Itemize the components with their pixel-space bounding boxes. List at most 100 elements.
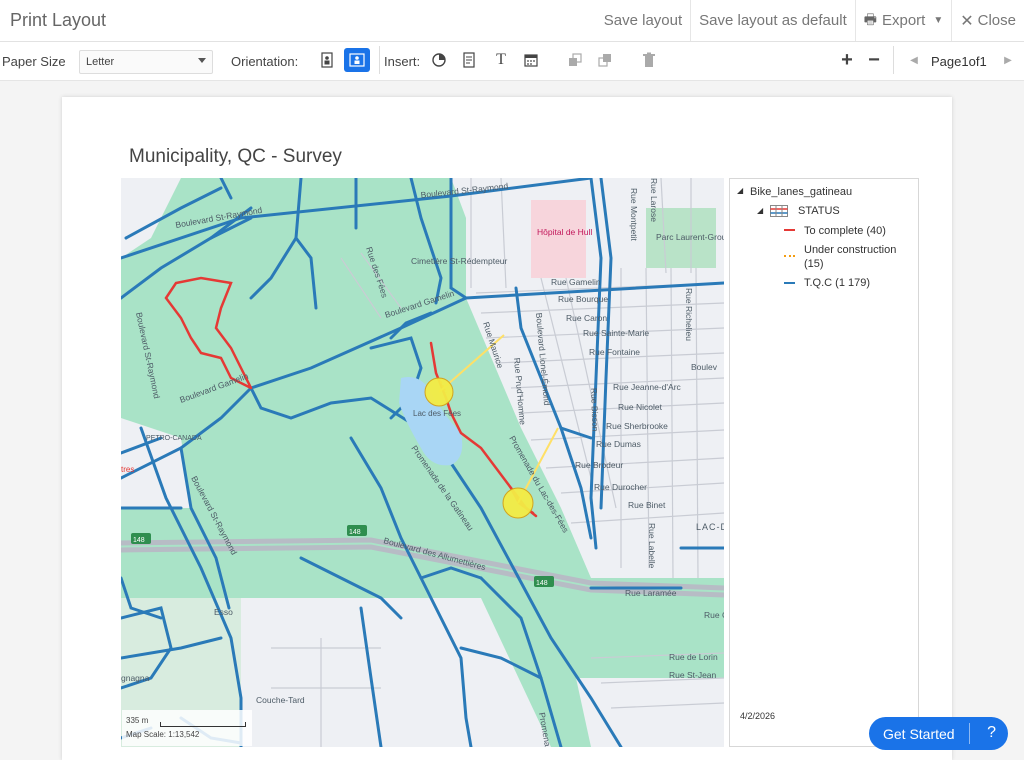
chevron-down-icon: ▼ (933, 15, 944, 26)
legend-item: T.Q.C (1 179) (804, 277, 871, 289)
chevron-down-icon (198, 58, 206, 63)
portrait-icon (321, 52, 333, 68)
printer-icon: 🖶 (863, 10, 877, 27)
map-label: Rue Binet (628, 500, 666, 510)
export-label: Export (881, 12, 926, 29)
legend-panel[interactable]: ◢ Bike_lanes_gatineau ◢ STATUS To comple… (729, 178, 919, 747)
prev-page-icon: ◀ (910, 54, 918, 66)
send-backward-icon (569, 53, 582, 66)
map-title[interactable]: Municipality, QC - Survey (129, 146, 342, 168)
portrait-button[interactable] (314, 48, 340, 72)
export-button[interactable]: 🖶 Export ▼ (854, 0, 951, 41)
help-icon[interactable]: ? (987, 724, 996, 742)
get-started-button[interactable]: Get Started ? (869, 717, 1008, 750)
map-label: Rue Laramée (625, 588, 677, 598)
save-layout-button[interactable]: Save layout (596, 0, 690, 41)
caret-down-icon[interactable]: ◢ (737, 186, 743, 195)
map-label: 148 (133, 537, 145, 544)
map-label: 148 (349, 529, 361, 536)
close-button[interactable]: ✕ Close (951, 0, 1024, 41)
page-of: of (968, 54, 980, 69)
zoom-out-icon: − (868, 48, 880, 71)
legend-layer: Bike_lanes_gatineau (750, 186, 853, 198)
map-label: PETRO-CANADA (146, 435, 202, 442)
map-label: Rue Dumas (596, 439, 641, 449)
page-indicator: Page1of1 (931, 54, 987, 69)
get-started-label: Get Started (883, 725, 955, 742)
prev-page-button[interactable]: ◀ (901, 48, 927, 72)
map-label: Rue Fontaine (589, 347, 640, 357)
map-label: Rue Durocher (594, 482, 647, 492)
orientation-label: Orientation: (231, 54, 299, 69)
insert-legend-button[interactable] (456, 48, 482, 72)
map-label: Rue Caron (566, 313, 607, 323)
survey-point[interactable] (502, 487, 534, 519)
bring-forward-button[interactable] (592, 48, 618, 72)
scale-label: Map Scale: 1:13,542 (126, 730, 200, 739)
landscape-button[interactable] (344, 48, 370, 72)
separator (379, 46, 380, 74)
zoom-in-button[interactable]: + (834, 48, 860, 72)
survey-point[interactable] (424, 377, 454, 407)
map-label: Rue Sherbrooke (606, 421, 668, 431)
scale-bar: 335 m Map Scale: 1:13,542 (122, 710, 252, 746)
legend-field: STATUS (798, 205, 840, 217)
zoom-in-icon: + (841, 48, 853, 71)
calendar-icon (524, 54, 538, 67)
map-canvas: Boulevard St-Raymond Boulevard St-Raymon… (121, 178, 724, 747)
chart-icon (432, 53, 446, 67)
next-page-icon: ▶ (1004, 54, 1012, 66)
document-icon (463, 52, 475, 68)
caret-down-icon[interactable]: ◢ (757, 206, 763, 215)
app-title: Print Layout (10, 10, 107, 30)
map-label: Lac des Fées (413, 409, 461, 418)
legend-swatch-red (784, 229, 795, 231)
map-label: Rue Larose (649, 178, 659, 222)
map-label: tres (121, 465, 134, 474)
map-label: Hôpital de Hull (537, 227, 592, 237)
map-label: Rue St-Jean (669, 670, 717, 680)
table-icon (770, 205, 788, 220)
map-label: Rue de Lorin (669, 652, 718, 662)
page-label: Page (931, 54, 962, 69)
map-label: Parc Laurent-Groulx (656, 232, 724, 242)
insert-date-button[interactable] (518, 48, 544, 72)
map-frame[interactable]: Boulevard St-Raymond Boulevard St-Raymon… (121, 178, 724, 747)
separator (893, 46, 894, 74)
map-label: Rue Bisson (589, 388, 601, 432)
landscape-icon (349, 53, 365, 67)
paper-size-label: Paper Size (2, 54, 66, 69)
map-label: Rue Jeanne-d'Arc (613, 382, 682, 392)
top-actions: Save layout Save layout as default 🖶 Exp… (596, 0, 1024, 41)
delete-button[interactable] (636, 48, 662, 72)
map-label: Boulev (691, 362, 718, 372)
paper-size-value: Letter (86, 56, 115, 68)
save-layout-default-button[interactable]: Save layout as default (690, 0, 855, 41)
map-label: LAC-DES-FÉES (696, 522, 724, 532)
insert-text-button[interactable]: T (488, 48, 514, 72)
insert-chart-button[interactable] (426, 48, 452, 72)
map-label: Rue Sainte-Marie (583, 328, 649, 338)
send-backward-button[interactable] (562, 48, 588, 72)
legend-swatch-orange (784, 255, 795, 257)
map-label: Rue Chau (704, 610, 724, 620)
hospital-area (531, 200, 586, 278)
text-icon: T (496, 51, 506, 68)
next-page-button[interactable]: ▶ (995, 48, 1021, 72)
map-label: Rue Richelieu (684, 288, 694, 341)
map-label: Couche-Tard (256, 695, 305, 705)
map-label: Rue Montpetit (629, 188, 639, 242)
map-label: Rue Brodeur (575, 460, 623, 470)
legend-item: Under construction (15) (804, 244, 897, 270)
scale-line (160, 722, 246, 727)
top-bar: Print Layout Save layout Save layout as … (0, 0, 1024, 42)
close-icon: ✕ (960, 12, 974, 30)
legend-date: 4/2/2026 (740, 711, 776, 721)
close-label: Close (977, 12, 1016, 29)
paper-size-select[interactable]: Letter (79, 50, 213, 74)
map-label: Esso (214, 607, 233, 617)
map-label: Rue Nicolet (618, 402, 663, 412)
map-label: 148 (536, 580, 548, 587)
page-current: 1 (961, 54, 969, 69)
zoom-out-button[interactable]: − (861, 48, 887, 72)
